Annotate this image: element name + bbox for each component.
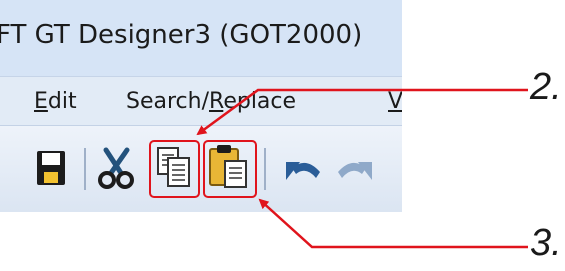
callout-arrows <box>196 88 528 249</box>
callout-line-2 <box>196 88 528 136</box>
callout-label-2: 2. <box>530 66 562 108</box>
callout-label-3: 3. <box>530 222 562 264</box>
callout-line-3 <box>258 198 528 249</box>
